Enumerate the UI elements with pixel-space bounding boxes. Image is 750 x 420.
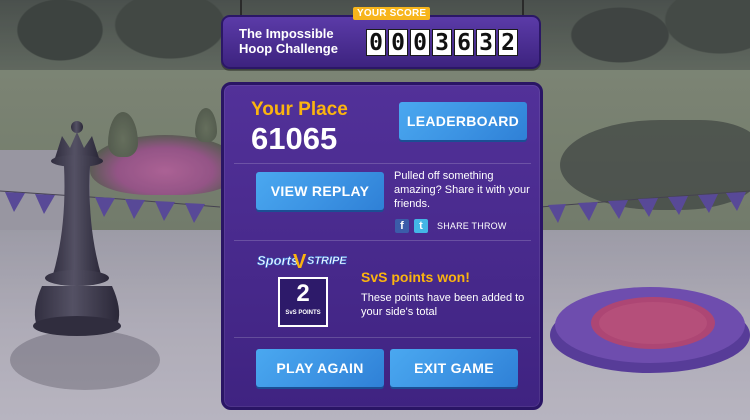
svs-points-description: These points have been added to your sid… — [361, 292, 525, 318]
banner-hook — [240, 0, 242, 16]
logo-text-right: STRIPES — [307, 255, 347, 267]
banner-hook — [522, 0, 524, 16]
divider — [234, 240, 531, 241]
place-label: Your Place — [251, 99, 348, 120]
leaderboard-button[interactable]: LEADERBOARD — [399, 102, 527, 140]
sports-vs-stripes-logo: Sports V STRIPES — [257, 251, 347, 272]
results-panel: Your Place 61065 LEADERBOARD VIEW REPLAY… — [221, 82, 543, 410]
play-again-button[interactable]: PLAY AGAIN — [256, 349, 384, 387]
twitter-icon[interactable]: t — [414, 219, 428, 233]
share-row: f t SHARE THROW — [395, 219, 507, 233]
score-digit: 0 — [410, 29, 430, 56]
score-digit: 0 — [388, 29, 408, 56]
score-digit: 2 — [498, 29, 518, 56]
svs-points-won-heading: SvS points won! — [361, 269, 470, 285]
logo-text-left: Sports — [257, 253, 298, 268]
svs-points-value: 2 — [296, 280, 310, 307]
score-digit: 3 — [476, 29, 496, 56]
score-digit: 3 — [432, 29, 452, 56]
score-digit: 6 — [454, 29, 474, 56]
score-label: YOUR SCORE — [353, 7, 431, 20]
score-counter: 0 0 0 3 6 3 2 — [366, 29, 518, 56]
score-banner: The Impossible Hoop Challenge 0 0 0 3 6 … — [221, 15, 541, 69]
place-value: 61065 — [251, 121, 338, 156]
svs-points-box: 2 SvS POINTS — [278, 277, 328, 327]
divider — [234, 163, 531, 164]
divider — [234, 337, 531, 338]
share-prompt: Pulled off something amazing? Share it w… — [394, 170, 530, 210]
score-digit: 0 — [366, 29, 386, 56]
view-replay-button[interactable]: VIEW REPLAY — [256, 172, 384, 210]
share-throw-label[interactable]: SHARE THROW — [437, 221, 507, 231]
svs-points-unit: SvS POINTS — [285, 310, 321, 316]
game-title: The Impossible Hoop Challenge — [239, 26, 338, 56]
exit-game-button[interactable]: EXIT GAME — [390, 349, 518, 387]
facebook-icon[interactable]: f — [395, 219, 409, 233]
svg-text:V: V — [293, 251, 307, 272]
